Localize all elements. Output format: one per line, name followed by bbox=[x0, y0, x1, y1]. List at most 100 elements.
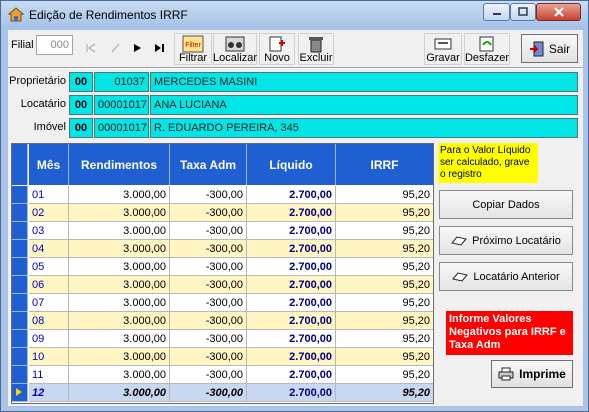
cell-mes[interactable]: 05 bbox=[29, 258, 69, 276]
cell-mes[interactable]: 11 bbox=[29, 366, 69, 384]
cell-irrf[interactable]: 95,20 bbox=[336, 276, 433, 294]
cell-irrf[interactable]: 95,20 bbox=[336, 330, 433, 348]
cell-mes[interactable]: 03 bbox=[29, 222, 69, 240]
column-header-taxa-adm[interactable]: Taxa Adm bbox=[170, 144, 247, 185]
proprietario-code-field[interactable]: 00 bbox=[69, 72, 93, 92]
cell-rendimentos[interactable]: 3.000,00 bbox=[69, 366, 170, 384]
table-row[interactable]: 07 3.000,00 -300,00 2.700,00 95,20 bbox=[12, 294, 433, 312]
cell-taxa-adm[interactable]: -300,00 bbox=[170, 258, 247, 276]
cell-taxa-adm[interactable]: -300,00 bbox=[170, 384, 247, 402]
column-header-mes[interactable]: Mês bbox=[29, 144, 69, 185]
column-header-irrf[interactable]: IRRF bbox=[336, 144, 433, 185]
table-row[interactable]: 03 3.000,00 -300,00 2.700,00 95,20 bbox=[12, 222, 433, 240]
cell-taxa-adm[interactable]: -300,00 bbox=[170, 204, 247, 222]
minimize-button[interactable] bbox=[483, 3, 510, 21]
row-indicator[interactable] bbox=[12, 348, 28, 366]
cell-irrf[interactable]: 95,20 bbox=[336, 348, 433, 366]
cell-liquido[interactable]: 2.700,00 bbox=[247, 276, 336, 294]
filial-input[interactable]: 000 bbox=[36, 35, 73, 55]
cell-mes[interactable]: 12 bbox=[29, 384, 69, 402]
cell-irrf[interactable]: 95,20 bbox=[336, 384, 433, 402]
cell-irrf[interactable]: 95,20 bbox=[336, 186, 433, 204]
cell-liquido[interactable]: 2.700,00 bbox=[247, 240, 336, 258]
imovel-id-field[interactable]: 00001017 bbox=[94, 118, 149, 138]
cell-rendimentos[interactable]: 3.000,00 bbox=[69, 222, 170, 240]
cell-liquido[interactable]: 2.700,00 bbox=[247, 312, 336, 330]
cell-rendimentos[interactable]: 3.000,00 bbox=[69, 348, 170, 366]
cell-taxa-adm[interactable]: -300,00 bbox=[170, 312, 247, 330]
cell-irrf[interactable]: 95,20 bbox=[336, 258, 433, 276]
cell-taxa-adm[interactable]: -300,00 bbox=[170, 366, 247, 384]
table-row[interactable]: 06 3.000,00 -300,00 2.700,00 95,20 bbox=[12, 276, 433, 294]
row-indicator[interactable] bbox=[12, 258, 28, 276]
table-row[interactable]: 01 3.000,00 -300,00 2.700,00 95,20 bbox=[12, 186, 433, 204]
cell-taxa-adm[interactable]: -300,00 bbox=[170, 330, 247, 348]
imovel-code-field[interactable]: 00 bbox=[69, 118, 93, 138]
locatario-code-field[interactable]: 00 bbox=[69, 95, 93, 115]
prior-record-button[interactable] bbox=[104, 37, 125, 59]
column-header-liquido[interactable]: Líquido bbox=[247, 144, 336, 185]
table-row[interactable]: 11 3.000,00 -300,00 2.700,00 95,20 bbox=[12, 366, 433, 384]
cell-liquido[interactable]: 2.700,00 bbox=[247, 258, 336, 276]
next-record-button[interactable] bbox=[126, 37, 147, 59]
cell-rendimentos[interactable]: 3.000,00 bbox=[69, 312, 170, 330]
column-header-rendimentos[interactable]: Rendimentos bbox=[69, 144, 170, 185]
cell-liquido[interactable]: 2.700,00 bbox=[247, 294, 336, 312]
cell-taxa-adm[interactable]: -300,00 bbox=[170, 240, 247, 258]
cell-irrf[interactable]: 95,20 bbox=[336, 204, 433, 222]
row-indicator[interactable] bbox=[12, 204, 28, 222]
cell-mes[interactable]: 07 bbox=[29, 294, 69, 312]
novo-button[interactable]: Novo bbox=[259, 33, 295, 65]
cell-rendimentos[interactable]: 3.000,00 bbox=[69, 384, 170, 402]
cell-irrf[interactable]: 95,20 bbox=[336, 222, 433, 240]
cell-taxa-adm[interactable]: -300,00 bbox=[170, 276, 247, 294]
row-indicator[interactable] bbox=[12, 384, 28, 402]
cell-taxa-adm[interactable]: -300,00 bbox=[170, 348, 247, 366]
cell-mes[interactable]: 10 bbox=[29, 348, 69, 366]
cell-rendimentos[interactable]: 3.000,00 bbox=[69, 204, 170, 222]
cell-liquido[interactable]: 2.700,00 bbox=[247, 384, 336, 402]
cell-taxa-adm[interactable]: -300,00 bbox=[170, 222, 247, 240]
cell-rendimentos[interactable]: 3.000,00 bbox=[69, 276, 170, 294]
cell-mes[interactable]: 01 bbox=[29, 186, 69, 204]
cell-taxa-adm[interactable]: -300,00 bbox=[170, 186, 247, 204]
maximize-button[interactable] bbox=[510, 3, 536, 21]
cell-liquido[interactable]: 2.700,00 bbox=[247, 204, 336, 222]
cell-taxa-adm[interactable]: -300,00 bbox=[170, 294, 247, 312]
table-row[interactable]: 02 3.000,00 -300,00 2.700,00 95,20 bbox=[12, 204, 433, 222]
cell-liquido[interactable]: 2.700,00 bbox=[247, 330, 336, 348]
cell-irrf[interactable]: 95,20 bbox=[336, 294, 433, 312]
row-indicator[interactable] bbox=[12, 186, 28, 204]
proprietario-id-field[interactable]: 01037 bbox=[94, 72, 149, 92]
title-bar[interactable]: Edição de Rendimentos IRRF bbox=[1, 1, 588, 29]
cell-liquido[interactable]: 2.700,00 bbox=[247, 348, 336, 366]
cell-rendimentos[interactable]: 3.000,00 bbox=[69, 186, 170, 204]
row-indicator[interactable] bbox=[12, 330, 28, 348]
localizar-button[interactable]: Localizar bbox=[213, 33, 257, 65]
row-indicator[interactable] bbox=[12, 240, 28, 258]
cell-mes[interactable]: 09 bbox=[29, 330, 69, 348]
locatario-id-field[interactable]: 00001017 bbox=[94, 95, 149, 115]
sair-button[interactable]: Sair bbox=[521, 34, 578, 63]
proximo-locatario-button[interactable]: Próximo Locatário bbox=[439, 226, 573, 255]
row-indicator[interactable] bbox=[12, 312, 28, 330]
table-row[interactable]: 04 3.000,00 -300,00 2.700,00 95,20 bbox=[12, 240, 433, 258]
excluir-button[interactable]: Excluir bbox=[298, 33, 334, 65]
cell-mes[interactable]: 04 bbox=[29, 240, 69, 258]
imovel-name-field[interactable]: R. EDUARDO PEREIRA, 345 bbox=[150, 118, 578, 138]
locatario-anterior-button[interactable]: Locatário Anterior bbox=[439, 262, 573, 291]
copiar-dados-button[interactable]: Copiar Dados bbox=[439, 190, 573, 219]
cell-mes[interactable]: 02 bbox=[29, 204, 69, 222]
cell-liquido[interactable]: 2.700,00 bbox=[247, 186, 336, 204]
cell-rendimentos[interactable]: 3.000,00 bbox=[69, 240, 170, 258]
desfazer-button[interactable]: Desfazer bbox=[464, 33, 510, 65]
cell-mes[interactable]: 06 bbox=[29, 276, 69, 294]
row-indicator[interactable] bbox=[12, 294, 28, 312]
table-row[interactable]: 05 3.000,00 -300,00 2.700,00 95,20 bbox=[12, 258, 433, 276]
cell-mes[interactable]: 08 bbox=[29, 312, 69, 330]
cell-irrf[interactable]: 95,20 bbox=[336, 366, 433, 384]
close-button[interactable] bbox=[536, 3, 581, 21]
row-indicator[interactable] bbox=[12, 276, 28, 294]
table-row[interactable]: 09 3.000,00 -300,00 2.700,00 95,20 bbox=[12, 330, 433, 348]
gravar-button[interactable]: Gravar bbox=[424, 33, 462, 65]
